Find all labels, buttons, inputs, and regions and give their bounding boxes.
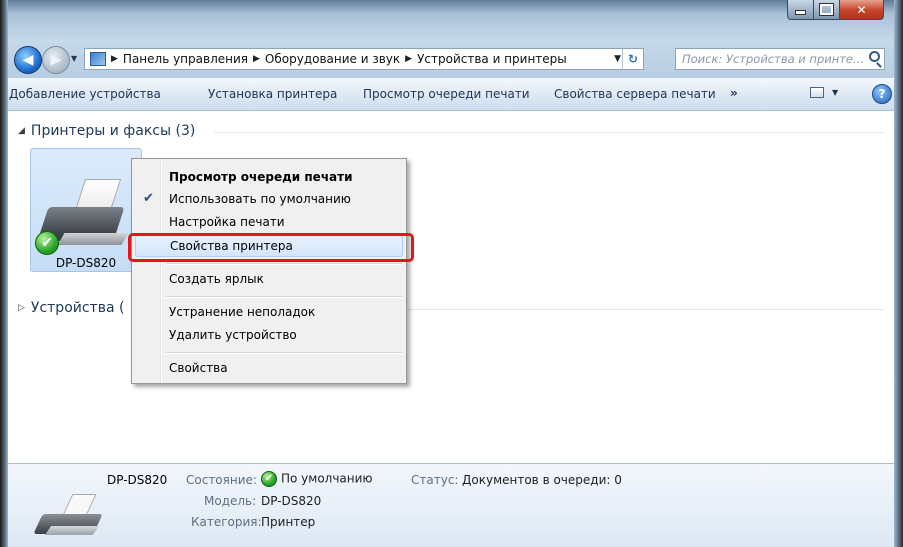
checkmark-icon: ✔ (143, 191, 154, 206)
model-label: Модель: (204, 494, 257, 508)
printer-tray (44, 526, 100, 535)
search-placeholder: Поиск: Устройства и принте... (682, 52, 864, 66)
change-view-icon[interactable] (810, 87, 824, 98)
refresh-icon: ↻ (627, 52, 639, 66)
title-bar[interactable]: ✕ (8, 0, 894, 40)
menu-item-label: Свойства (169, 361, 228, 375)
menu-item-printing-preferences[interactable]: Настройка печати (135, 212, 403, 234)
minimize-icon (795, 10, 806, 15)
state-value-text: По умолчанию (281, 471, 373, 486)
group-header-devices[interactable]: ▷ Устройства ( (18, 300, 124, 316)
printer-context-menu: Просмотр очереди печати ✔ Использовать п… (131, 158, 407, 384)
refresh-button[interactable]: ↻ (622, 49, 643, 69)
printer-large-icon (32, 490, 103, 536)
add-device-button[interactable]: Добавление устройства (9, 87, 161, 101)
menu-item-label: Удалить устройство (169, 328, 297, 342)
menu-item-create-shortcut[interactable]: Создать ярлык (135, 269, 403, 291)
more-commands-button[interactable]: » (730, 86, 738, 100)
menu-item-remove-device[interactable]: Удалить устройство (135, 325, 403, 347)
menu-item-label: Настройка печати (169, 215, 285, 229)
breadcrumb-separator[interactable]: ▶ (253, 54, 260, 64)
highlight-outline (128, 233, 414, 262)
status-value: Документов в очереди: 0 (462, 473, 622, 487)
close-icon: ✕ (856, 2, 867, 17)
state-value: ✔ По умолчанию (261, 471, 373, 487)
print-server-properties-button[interactable]: Свойства сервера печати (554, 87, 716, 101)
details-device-name: DP-DS820 (107, 473, 168, 487)
collapse-triangle-icon[interactable]: ◢ (18, 126, 25, 136)
forward-button[interactable]: ▶ (42, 46, 70, 74)
caption-buttons: ✕ (787, 0, 884, 20)
device-tile-printer[interactable]: ✔ DP-DS820 (30, 148, 142, 272)
printer-tray (57, 233, 129, 245)
menu-item-label: Просмотр очереди печати (169, 170, 353, 184)
address-history-dropdown[interactable]: ▼ (614, 54, 621, 64)
maximize-button[interactable] (814, 0, 840, 20)
group-title: Принтеры и факсы (3) (30, 123, 196, 139)
command-bar: Добавление устройства Установка принтера… (8, 78, 894, 111)
model-value: DP-DS820 (261, 494, 322, 508)
recent-pages-dropdown[interactable]: ▼ (71, 54, 77, 63)
details-pane: DP-DS820 Состояние: ✔ По умолчанию Статус… (8, 463, 894, 547)
breadcrumb-separator[interactable]: ▶ (111, 54, 118, 64)
control-panel-icon (90, 52, 106, 66)
view-options-dropdown[interactable]: ▼ (832, 88, 838, 97)
search-input[interactable]: Поиск: Устройства и принте... (675, 48, 885, 70)
category-value: Принтер (261, 515, 316, 529)
device-name-label: DP-DS820 (55, 256, 117, 270)
help-button[interactable]: ? (872, 84, 892, 104)
menu-item-label: Использовать по умолчанию (169, 192, 351, 206)
group-divider (408, 309, 884, 310)
close-button[interactable]: ✕ (840, 0, 884, 20)
state-label: Состояние: (186, 473, 257, 487)
help-icon: ? (878, 87, 886, 101)
explorer-window: ✕ ◀ ▶ ▼ ▶ Панель управления ▶ Оборудован… (0, 0, 903, 547)
minimize-button[interactable] (787, 0, 814, 20)
menu-item-set-default[interactable]: ✔ Использовать по умолчанию (135, 189, 403, 211)
forward-arrow-icon: ▶ (50, 52, 62, 68)
window-frame-right (894, 0, 903, 547)
status-label: Статус: (411, 473, 459, 487)
window-frame-left (0, 0, 8, 547)
search-icon[interactable] (869, 51, 880, 62)
maximize-icon (819, 3, 834, 16)
group-divider (214, 132, 884, 133)
group-title: Устройства ( (30, 300, 125, 316)
group-header-printers[interactable]: ◢ Принтеры и факсы (3) (18, 123, 195, 139)
menu-separator (166, 296, 402, 298)
default-check-icon: ✔ (261, 471, 277, 487)
breadcrumb-hardware-sound[interactable]: Оборудование и звук (265, 52, 400, 66)
breadcrumb-control-panel[interactable]: Панель управления (123, 52, 248, 66)
menu-item-view-queue[interactable]: Просмотр очереди печати (135, 167, 403, 189)
menu-separator (166, 352, 402, 354)
menu-separator (166, 263, 402, 265)
navigation-bar: ◀ ▶ ▼ ▶ Панель управления ▶ Оборудование… (8, 40, 894, 78)
default-printer-check-icon: ✔ (35, 231, 59, 255)
view-print-queue-button[interactable]: Просмотр очереди печати (363, 87, 530, 101)
address-bar[interactable]: ▶ Панель управления ▶ Оборудование и зву… (84, 48, 644, 70)
back-arrow-icon: ◀ (22, 52, 34, 68)
menu-item-label: Создать ярлык (169, 272, 264, 286)
expand-triangle-icon[interactable]: ▷ (18, 303, 25, 313)
category-label: Категория: (191, 515, 262, 529)
breadcrumb-separator[interactable]: ▶ (405, 54, 412, 64)
menu-item-troubleshoot[interactable]: Устранение неполадок (135, 302, 403, 324)
install-printer-button[interactable]: Установка принтера (208, 87, 337, 101)
menu-item-label: Устранение неполадок (169, 305, 316, 319)
back-button[interactable]: ◀ (14, 46, 42, 74)
menu-item-properties[interactable]: Свойства (135, 358, 403, 380)
breadcrumb-devices-printers[interactable]: Устройства и принтеры (417, 52, 567, 66)
